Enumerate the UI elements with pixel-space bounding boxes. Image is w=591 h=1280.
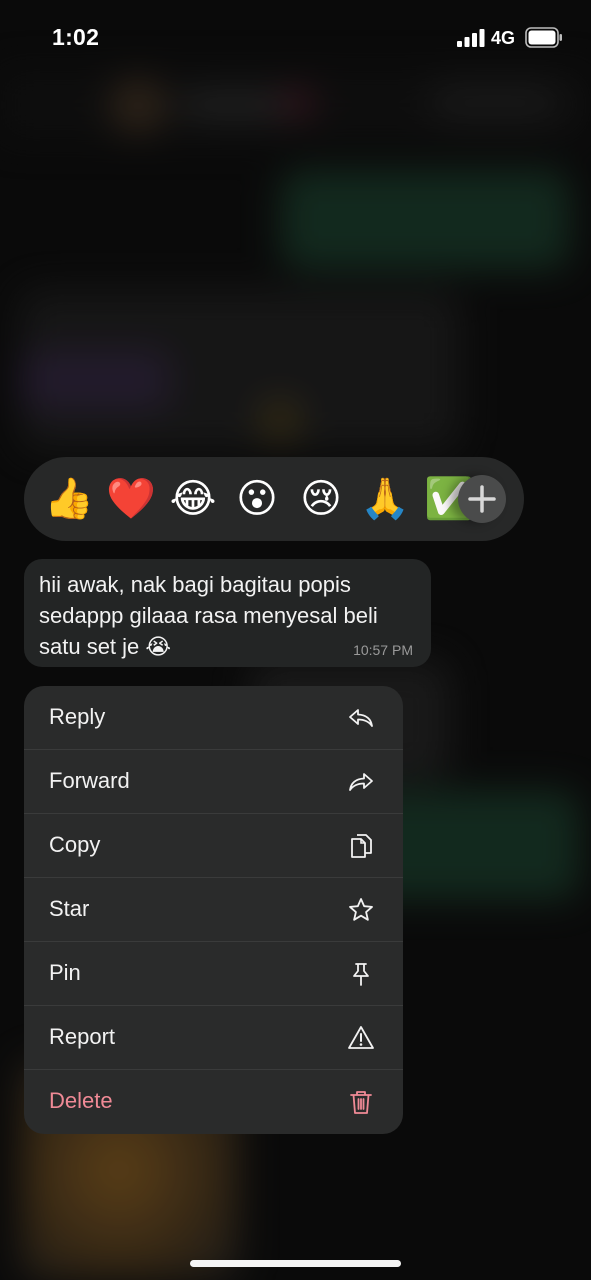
message-timestamp: 10:57 PM xyxy=(353,642,413,658)
pin-icon xyxy=(353,963,369,986)
message-context-menu: Reply Forward Copy Star Pin Report Delet… xyxy=(24,686,403,1134)
home-indicator[interactable] xyxy=(190,1260,401,1267)
cellular-signal-icon xyxy=(457,29,485,47)
reaction-tears-of-joy[interactable]: 😂 xyxy=(169,475,217,523)
warning-icon xyxy=(348,1026,374,1049)
status-time: 1:02 xyxy=(52,24,100,50)
menu-item-label: Delete xyxy=(49,1088,113,1113)
menu-item-forward[interactable]: Forward xyxy=(24,750,403,814)
reply-icon xyxy=(349,709,373,727)
reaction-thumbs-up[interactable]: 👍 xyxy=(44,475,94,523)
forward-icon xyxy=(349,773,373,791)
menu-item-copy[interactable]: Copy xyxy=(24,814,403,878)
star-icon xyxy=(349,898,373,921)
menu-item-label: Star xyxy=(49,896,90,921)
menu-item-label: Copy xyxy=(49,832,101,857)
plus-icon xyxy=(468,485,496,513)
reaction-open-mouth[interactable]: 😮 xyxy=(233,475,281,523)
status-bar: 1:02 4G xyxy=(0,0,591,70)
menu-item-report[interactable]: Report xyxy=(24,1006,403,1070)
menu-item-label: Report xyxy=(49,1024,116,1049)
copy-icon xyxy=(351,834,372,858)
menu-item-delete[interactable]: Delete xyxy=(24,1070,403,1134)
battery-icon xyxy=(525,27,562,48)
trash-icon xyxy=(350,1091,372,1114)
network-type: 4G xyxy=(491,28,516,48)
reaction-red-heart[interactable]: ❤️ xyxy=(106,475,156,523)
menu-item-label: Forward xyxy=(49,768,130,793)
selected-message-bubble[interactable]: hii awak, nak bagi bagitau popis sedappp… xyxy=(24,559,431,667)
reaction-picker: 👍 ❤️ 😂 😮 😢 🙏 ✅ xyxy=(24,457,524,541)
reaction-folded-hands[interactable]: 🙏 xyxy=(360,475,410,523)
reaction-crying-face[interactable]: 😢 xyxy=(297,475,345,523)
menu-item-label: Reply xyxy=(49,704,106,729)
menu-item-reply[interactable]: Reply xyxy=(24,686,403,750)
menu-item-label: Pin xyxy=(49,960,81,985)
add-reaction-button[interactable] xyxy=(458,475,506,523)
menu-item-pin[interactable]: Pin xyxy=(24,942,403,1006)
menu-item-star[interactable]: Star xyxy=(24,878,403,942)
